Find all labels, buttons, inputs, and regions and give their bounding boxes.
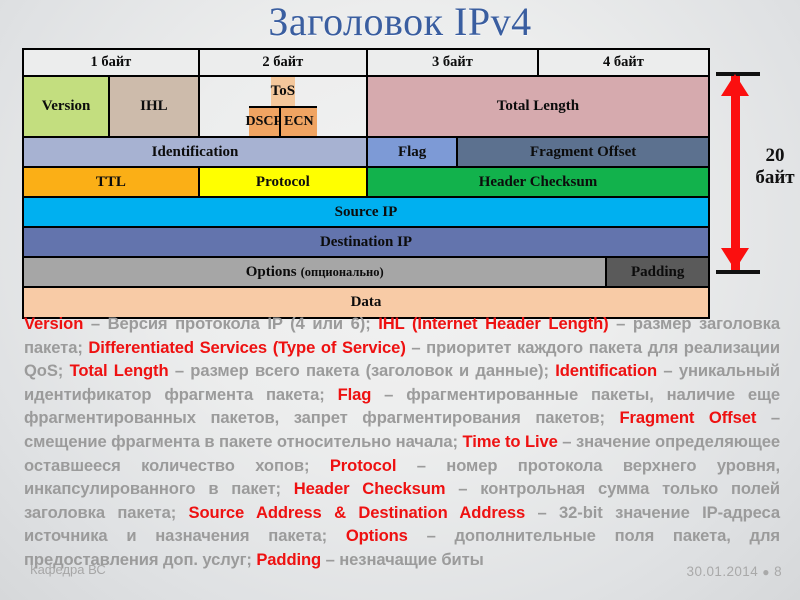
header-size-unit: байт — [755, 167, 795, 188]
field-descriptions-paragraph: Version – Версия протокола IP (4 или 6);… — [24, 312, 780, 572]
field-ecn: ECN — [278, 108, 317, 136]
field-name-term: Fragment Offset — [619, 408, 757, 428]
field-ttl: TTL — [24, 168, 198, 196]
field-name-term: Identification — [555, 361, 658, 381]
field-name-term: Differentiated Services (Type of Service… — [88, 337, 406, 357]
byte-ruler-row: 1 байт 2 байт 3 байт 4 байт — [24, 50, 708, 77]
field-identification: Identification — [24, 138, 366, 166]
field-name-term: Options — [345, 526, 408, 546]
field-dscp: DSCP — [245, 108, 282, 136]
arrow-head-up-icon — [721, 74, 749, 96]
field-source-ip: Source IP — [24, 198, 708, 226]
header-row-3: TTL Protocol Header Checksum — [24, 168, 708, 198]
header-size-label: 20 байт — [750, 145, 800, 189]
field-flag: Flag — [366, 138, 457, 166]
field-description-text: – незначащие биты — [321, 549, 484, 569]
footer-page-number: 8 — [774, 564, 782, 579]
header-size-value: 20 — [765, 145, 785, 166]
field-tos: ToS — [270, 77, 296, 106]
field-protocol: Protocol — [197, 168, 366, 196]
field-header-checksum: Header Checksum — [365, 168, 708, 196]
footer-meta: 30.01.2014 ● 8 — [687, 564, 782, 579]
field-name-term: Padding — [256, 549, 322, 569]
field-options-label: Options — [245, 263, 297, 280]
byte-label-1: 1 байт — [24, 50, 198, 75]
header-row-4: Source IP — [24, 198, 708, 228]
field-tos-subfields: DSCP ECN — [245, 106, 317, 136]
byte-label-2: 2 байт — [197, 50, 366, 75]
field-name-term: Time to Live — [462, 431, 558, 451]
field-name-term: Flag — [337, 384, 372, 404]
page-title: Заголовок IPv4 — [268, 0, 532, 44]
header-row-5: Destination IP — [24, 228, 708, 258]
field-total-length: Total Length — [365, 77, 708, 136]
field-description-text: – размер всего пакета (заголовок и данны… — [168, 361, 556, 381]
header-size-bracket: 20 байт — [712, 48, 800, 294]
header-row-1: Version IHL ToS DSCP ECN Total Length — [24, 77, 708, 138]
bracket-tick-bottom — [716, 270, 760, 274]
field-version: Version — [24, 77, 109, 136]
field-fragment-offset: Fragment Offset — [456, 138, 708, 166]
field-ihl: IHL — [108, 77, 198, 136]
byte-label-4: 4 байт — [536, 50, 708, 75]
arrow-head-down-icon — [721, 248, 749, 270]
double-arrow-line — [731, 76, 740, 270]
ipv4-header-diagram: 1 байт 2 байт 3 байт 4 байт Version IHL … — [22, 48, 710, 319]
field-description-text: – Версия протокола IP (4 или 6); — [83, 314, 379, 333]
field-name-term: Source Address & Destination Address — [188, 502, 526, 522]
byte-label-3: 3 байт — [365, 50, 537, 75]
field-name-term: Total Length — [69, 361, 169, 381]
field-name-term: IHL (Internet Header Length) — [378, 314, 609, 333]
field-name-term: Header Checksum — [293, 479, 446, 499]
field-destination-ip: Destination IP — [24, 228, 708, 256]
footer-date: 30.01.2014 — [686, 564, 759, 579]
field-tos-group: ToS DSCP ECN — [197, 77, 366, 136]
field-name-term: Version — [24, 314, 84, 333]
field-padding: Padding — [605, 258, 708, 286]
footer-department: Кафедра ВС — [30, 562, 106, 577]
header-row-6: Options (опционально) Padding — [24, 258, 708, 288]
field-options: Options (опционально) — [24, 258, 606, 286]
header-row-2: Identification Flag Fragment Offset — [24, 138, 708, 168]
field-options-note: (опционально) — [300, 264, 384, 279]
field-name-term: Protocol — [329, 455, 397, 475]
footer-bullet-icon: ● — [762, 565, 770, 579]
